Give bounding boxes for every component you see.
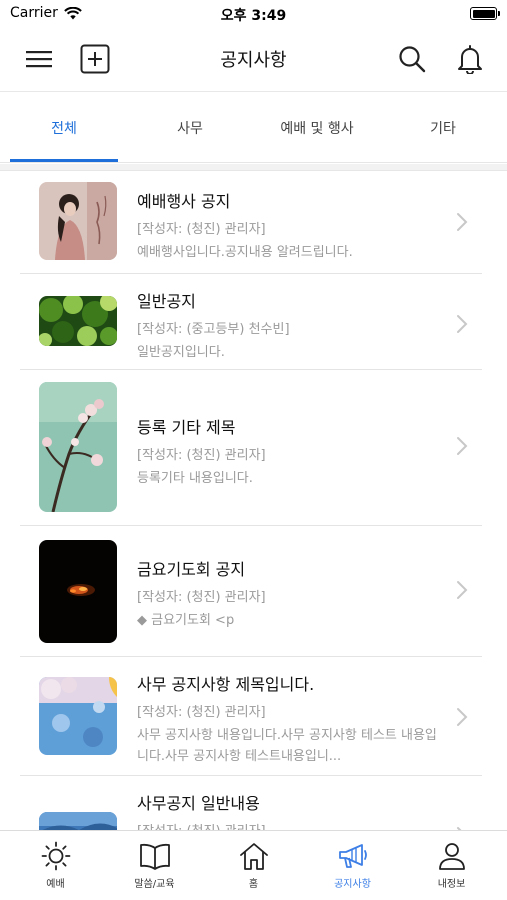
list-item-title: 사무공지 일반내용 — [137, 794, 260, 813]
bottom-tab-bar: 예배 말씀/교육 홈 공지사항 내정보 — [0, 830, 507, 900]
list-item-text: 예배행사 공지 [작성자: (청진) 관리자] 예배행사입니다.공지내용 알려드… — [137, 188, 442, 263]
list-item-title: 사무 공지사항 제목입니다. — [137, 675, 315, 694]
tabbar-item-worship[interactable]: 예배 — [5, 841, 106, 897]
list-item-text: 등록 기타 제목 [작성자: (청진) 관리자] 등록기타 내용입니다. — [137, 414, 442, 489]
list-item-preview: ◆ 금요기도회 <p — [137, 613, 235, 628]
list-item-author: [작성자: (청진) 관리자] — [137, 705, 266, 720]
list-item-preview: 일반공지입니다. — [137, 345, 225, 360]
list-item-preview: 사무 공지사항 내용입니다.사무 공지사항 테스트 내용입니다.사무 공지사항 … — [137, 728, 437, 764]
tab-other[interactable]: 기타 — [398, 93, 488, 163]
blue-landscape-image — [39, 812, 117, 830]
list-item[interactable]: 일반공지 [작성자: (중고등부) 천수빈] 일반공지입니다. — [20, 274, 482, 370]
cherry-blossom-image — [39, 382, 117, 512]
page-title: 공지사항 — [220, 50, 287, 71]
fire-dark-image — [39, 540, 117, 643]
tab-selection-indicator — [10, 159, 118, 162]
list-item-author: [작성자: (청진) 관리자] — [137, 222, 266, 237]
list-item[interactable]: 사무 공지사항 제목입니다. [작성자: (청진) 관리자] 사무 공지사항 내… — [20, 657, 482, 776]
navigation-bar: 공지사항 — [0, 28, 507, 92]
list-item[interactable]: 사무공지 일반내용 [작성자: (청진) 관리자] — [20, 776, 482, 830]
book-icon — [139, 843, 170, 870]
tabbar-label: 공지사항 — [334, 879, 371, 890]
tabbar-label: 내정보 — [437, 879, 466, 890]
notifications-button[interactable] — [453, 42, 487, 76]
tabbar-label: 예배 — [46, 879, 65, 890]
woman-portrait-image — [39, 182, 117, 260]
tabbar-item-home[interactable]: 홈 — [203, 841, 304, 897]
tab-office[interactable]: 사무 — [136, 93, 244, 163]
megaphone-icon — [338, 844, 367, 868]
person-icon — [438, 843, 465, 870]
chevron-right-icon — [457, 315, 468, 333]
green-leaves-image — [39, 296, 117, 346]
list-item[interactable]: 등록 기타 제목 [작성자: (청진) 관리자] 등록기타 내용입니다. — [20, 370, 482, 526]
list-item[interactable]: 예배행사 공지 [작성자: (청진) 관리자] 예배행사입니다.공지내용 알려드… — [20, 172, 482, 274]
list-item-text: 사무공지 일반내용 [작성자: (청진) 관리자] — [137, 790, 442, 830]
list-item-text: 금요기도회 공지 [작성자: (청진) 관리자] ◆ 금요기도회 <p — [137, 556, 442, 631]
status-bar: Carrier 오후 3:49 — [0, 0, 507, 28]
chevron-right-icon — [457, 437, 468, 455]
list-item-text: 사무 공지사항 제목입니다. [작성자: (청진) 관리자] 사무 공지사항 내… — [137, 671, 442, 767]
bell-icon — [458, 45, 482, 74]
search-icon — [399, 46, 426, 73]
tabbar-label: 말씀/교육 — [134, 879, 175, 890]
notice-list[interactable]: 예배행사 공지 [작성자: (청진) 관리자] 예배행사입니다.공지내용 알려드… — [0, 172, 507, 830]
status-time: 오후 3:49 — [220, 8, 287, 24]
search-button[interactable] — [395, 42, 429, 76]
tabbar-item-sermon-education[interactable]: 말씀/교육 — [104, 841, 205, 897]
tabbar-label: 홈 — [248, 879, 259, 890]
list-item-author: [작성자: (청진) 관리자] — [137, 448, 266, 463]
battery-icon — [470, 7, 500, 20]
sun-icon — [41, 841, 70, 871]
list-item-author: [작성자: (중고등부) 천수빈] — [137, 322, 290, 337]
list-item-title: 일반공지 — [137, 292, 196, 311]
list-item-preview: 등록기타 내용입니다. — [137, 471, 253, 486]
section-divider — [0, 164, 507, 171]
list-item-title: 예배행사 공지 — [137, 192, 231, 211]
list-item-title: 등록 기타 제목 — [137, 418, 236, 437]
chevron-right-icon — [457, 581, 468, 599]
blue-blossom-image — [39, 677, 117, 755]
list-item-author: [작성자: (청진) 관리자] — [137, 820, 442, 830]
list-item-preview: 예배행사입니다.공지내용 알려드립니다. — [137, 245, 353, 260]
tab-all[interactable]: 전체 — [10, 93, 118, 163]
chevron-right-icon — [457, 213, 468, 231]
list-item[interactable]: 금요기도회 공지 [작성자: (청진) 관리자] ◆ 금요기도회 <p — [20, 526, 482, 657]
chevron-right-icon — [457, 708, 468, 726]
home-icon — [239, 843, 268, 870]
tab-worship-events[interactable]: 예배 및 행사 — [262, 93, 372, 163]
list-item-text: 일반공지 [작성자: (중고등부) 천수빈] 일반공지입니다. — [137, 288, 442, 363]
category-tabs: 전체 사무 예배 및 행사 기타 — [0, 93, 507, 163]
tabbar-item-notices[interactable]: 공지사항 — [302, 841, 403, 897]
tabbar-item-my-info[interactable]: 내정보 — [401, 841, 502, 897]
list-item-author: [작성자: (청진) 관리자] — [137, 590, 266, 605]
list-item-title: 금요기도회 공지 — [137, 560, 246, 579]
